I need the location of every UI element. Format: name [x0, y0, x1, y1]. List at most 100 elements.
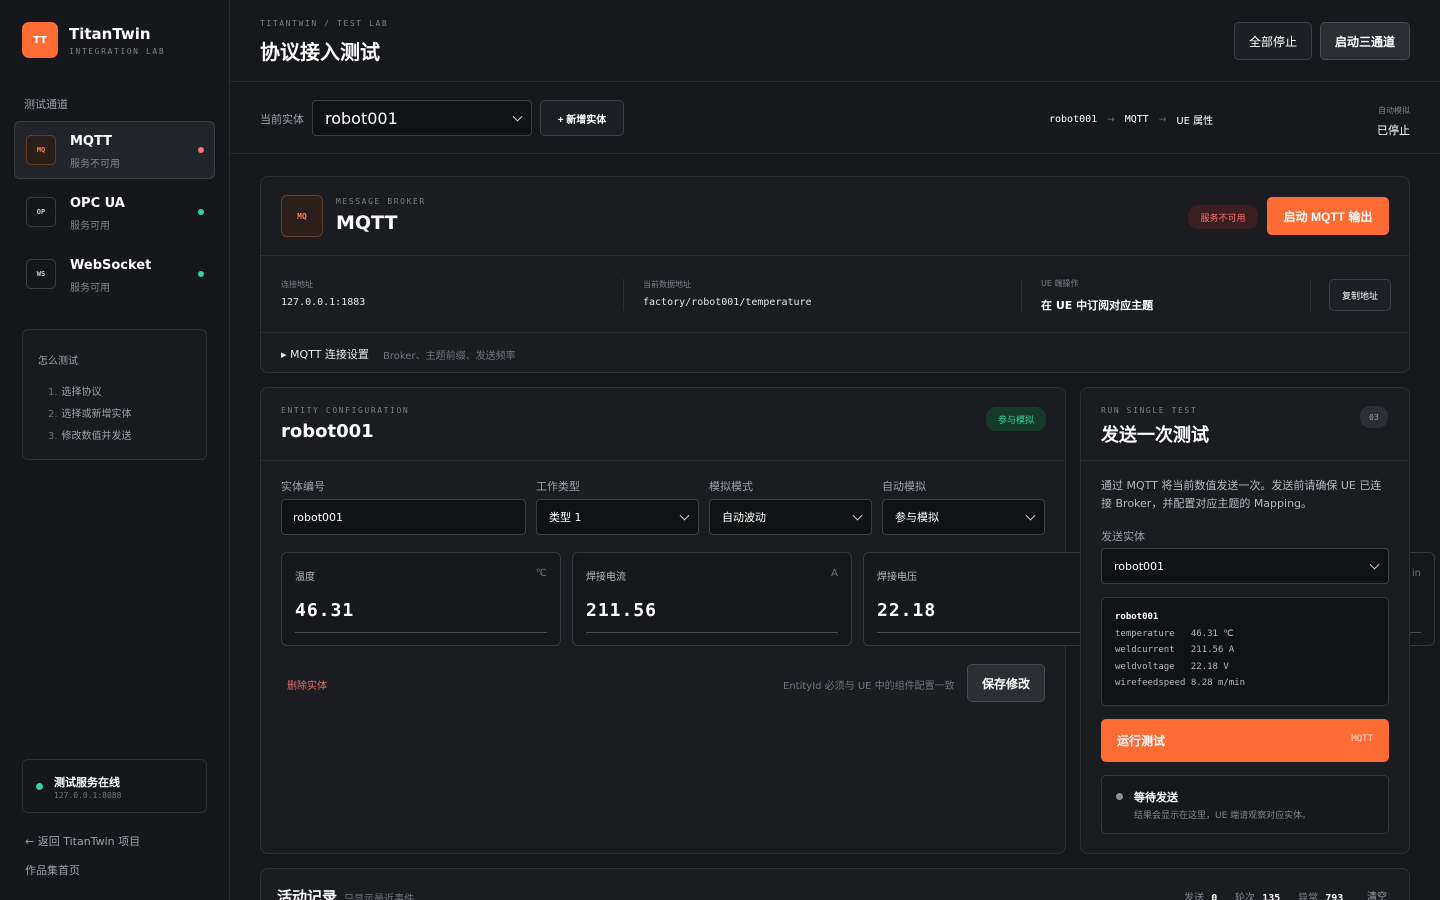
activity-title: 活动记录	[277, 888, 338, 900]
sent-stat: 发送 0	[1184, 889, 1217, 900]
preview-row: wirefeedspeed 8.28 m/min	[1115, 678, 1246, 688]
flow-protocol: MQTT	[1124, 114, 1149, 125]
work-type-select[interactable]: 类型 1	[536, 499, 699, 535]
entity-id-label: 实体编号	[281, 480, 325, 493]
arrow-right-icon: →	[1107, 114, 1115, 125]
preview-row: weldvoltage 22.18 V	[1115, 662, 1229, 672]
sent-value: 0	[1211, 893, 1218, 900]
copy-address-button[interactable]: 复制地址	[1329, 279, 1391, 311]
status-dot-icon	[198, 147, 204, 153]
step-text: 选择或新增实体	[61, 409, 132, 420]
service-address: 127.0.0.1:8088	[54, 791, 122, 800]
single-test-title: 发送一次测试	[1101, 425, 1209, 446]
step-number: 1.	[48, 387, 58, 398]
chevron-down-icon	[852, 510, 863, 521]
brand-logo: TT	[22, 22, 58, 58]
sent-label: 发送	[1184, 893, 1204, 900]
channel-status: 服务不可用	[70, 159, 120, 170]
channel-name: OPC UA	[70, 196, 125, 211]
service-status-card: 测试服务在线 127.0.0.1:8088	[22, 759, 207, 813]
topic-value: factory/robot001/temperature	[643, 297, 812, 308]
save-button[interactable]: 保存修改	[967, 664, 1045, 702]
status-dot-icon	[198, 209, 204, 215]
error-stat: 异常 793	[1298, 889, 1343, 900]
error-value: 793	[1325, 893, 1344, 900]
flow-source: robot001	[1049, 114, 1098, 125]
sidebar-item-opcua[interactable]: OP OPC UA 服务可用	[14, 183, 215, 241]
page-header: TITANTWIN / TEST LAB 协议接入测试 全部停止 启动三通道	[230, 0, 1440, 82]
clear-button[interactable]: 清空	[1367, 888, 1387, 900]
status-dot-icon	[198, 271, 204, 277]
service-name: 测试服务在线	[54, 776, 120, 789]
divider	[261, 460, 1065, 461]
auto-sim-value: 已停止	[1377, 124, 1410, 137]
status-badge: 服务不可用	[1188, 205, 1258, 229]
round-value: 135	[1262, 893, 1281, 900]
entity-config-kicker: ENTITY CONFIGURATION	[281, 406, 410, 415]
delete-entity-button[interactable]: 删除实体	[287, 677, 327, 692]
metric-value[interactable]: 46.31	[295, 600, 354, 621]
auto-sim-field-value: 参与模拟	[895, 511, 939, 524]
howto-step: 1. 选择协议	[48, 383, 102, 398]
metric-unit: in	[1411, 568, 1421, 579]
metric-label: 焊接电压	[877, 572, 917, 583]
channel-status: 服务可用	[70, 221, 110, 232]
result-box: 等待发送 结果会显示在这里，UE 端请观察对应实体。	[1101, 775, 1389, 834]
howto-step: 2. 选择或新增实体	[48, 405, 132, 420]
chevron-down-icon	[512, 111, 523, 122]
metric-value[interactable]: 22.18	[877, 600, 936, 621]
brand-name: TitanTwin	[69, 24, 151, 43]
round-label: 轮次	[1235, 893, 1255, 900]
activity-panel: 活动记录 只显示最近事件 发送 0 轮次 135 异常 793 清空	[260, 868, 1410, 900]
entity-select[interactable]: robot001	[312, 100, 532, 136]
metric-value[interactable]: 211.56	[586, 600, 657, 621]
home-link[interactable]: 作品集首页	[25, 862, 80, 878]
channel-name: WebSocket	[70, 258, 152, 273]
metric-card-temperature[interactable]: 温度 ℃ 46.31	[281, 552, 561, 646]
channel-name: MQTT	[70, 134, 113, 149]
flow-target: UE 属性	[1176, 116, 1214, 127]
sidebar-item-mqtt[interactable]: MQ MQTT 服务不可用	[14, 121, 215, 179]
breadcrumb: TITANTWIN / TEST LAB	[260, 19, 389, 28]
send-entity-value: robot001	[1114, 559, 1165, 573]
preview-entity: robot001	[1115, 612, 1159, 622]
mqtt-settings-toggle[interactable]: ▸ MQTT 连接设置	[281, 346, 369, 362]
add-entity-button[interactable]: + 新增实体	[540, 100, 624, 136]
websocket-icon: WS	[26, 259, 56, 289]
send-entity-select[interactable]: robot001	[1101, 548, 1389, 584]
broker-panel: MQ MESSAGE BROKER MQTT 服务不可用 启动 MQTT 输出 …	[260, 176, 1410, 373]
pending-dot-icon	[1116, 793, 1123, 800]
start-three-button[interactable]: 启动三通道	[1320, 22, 1410, 60]
sidebar-section-title: 测试通道	[24, 98, 68, 111]
auto-sim-select[interactable]: 参与模拟	[882, 499, 1045, 535]
entity-id-input[interactable]: robot001	[281, 499, 526, 535]
single-test-description: 通过 MQTT 将当前数值发送一次。发送前请确保 UE 已连接 Broker，并…	[1101, 479, 1382, 510]
work-type-value: 类型 1	[549, 511, 582, 524]
entity-id-hint: EntityId 必须与 UE 中的组件配置一致	[783, 681, 955, 692]
sidebar-item-websocket[interactable]: WS WebSocket 服务可用	[14, 245, 215, 303]
brand[interactable]: TT TitanTwin INTEGRATION LAB	[22, 22, 165, 58]
data-flow: robot001 → MQTT → UE 属性	[1049, 112, 1213, 127]
ue-value: 在 UE 中订阅对应主题	[1041, 299, 1154, 312]
chevron-down-icon	[1025, 510, 1036, 521]
sim-mode-value: 自动波动	[722, 511, 766, 524]
brand-subtitle: INTEGRATION LAB	[69, 46, 166, 56]
chevron-down-icon	[1369, 559, 1380, 570]
auto-sim-label: 自动模拟	[1378, 106, 1410, 115]
conn-value: 127.0.0.1:1883	[281, 297, 366, 308]
run-test-button[interactable]: 运行测试 MQTT	[1101, 719, 1389, 762]
start-mqtt-button[interactable]: 启动 MQTT 输出	[1267, 197, 1389, 235]
metric-card-weld-current[interactable]: 焊接电流 A 211.56	[572, 552, 852, 646]
back-link[interactable]: ← 返回 TitanTwin 项目	[25, 833, 140, 849]
chevron-down-icon	[679, 510, 690, 521]
sim-mode-select[interactable]: 自动波动	[709, 499, 872, 535]
metric-unit: A	[831, 568, 838, 579]
preview-row: weldcurrent 211.56 A	[1115, 645, 1235, 655]
entity-select-value: robot001	[325, 108, 398, 128]
divider	[261, 332, 1409, 333]
broker-kicker: MESSAGE BROKER	[336, 197, 426, 206]
stop-all-button[interactable]: 全部停止	[1234, 22, 1312, 60]
howto-step: 3. 修改数值并发送	[48, 427, 132, 442]
activity-subtitle: 只显示最近事件	[344, 894, 414, 900]
page-title: 协议接入测试	[260, 40, 380, 64]
